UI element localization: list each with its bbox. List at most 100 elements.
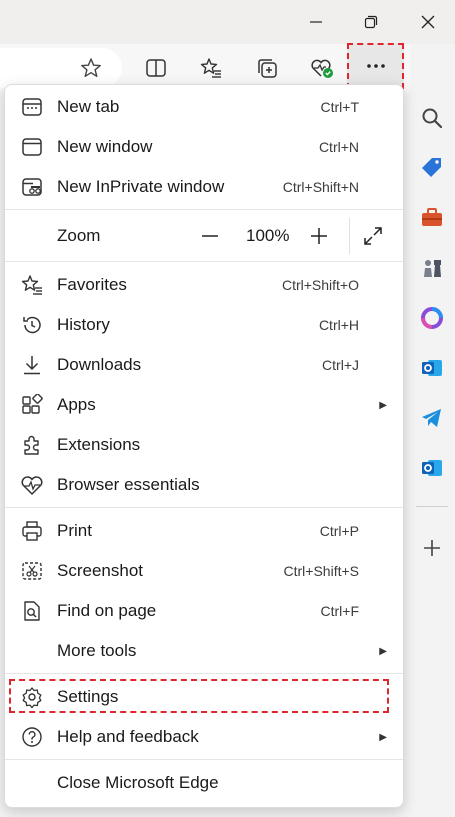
menu-more-tools[interactable]: More tools ▶ [5,631,403,671]
zoom-divider [349,218,350,254]
sidebar-add[interactable] [416,532,448,564]
split-screen-button[interactable] [138,50,174,86]
menu-label: New InPrivate window [57,177,225,196]
settings-and-more-menu: New tab Ctrl+T New window Ctrl+N New InP… [4,84,404,808]
outlook-icon [420,356,444,380]
zoom-in-button[interactable] [310,210,334,262]
menu-label: Screenshot [57,561,143,580]
collections-icon [256,57,278,79]
telegram-icon [420,407,444,429]
plus-icon [311,228,327,244]
sidebar-microsoft365[interactable] [416,302,448,334]
minimize-icon [309,15,323,29]
menu-label: Apps [57,395,96,414]
favorite-star-button[interactable] [73,50,109,86]
settings-and-more-button[interactable] [347,43,404,89]
sidebar-divider [416,506,448,507]
sidebar-search[interactable] [416,102,448,134]
menu-label: Find on page [57,601,157,620]
full-screen-button[interactable] [363,210,387,262]
collections-button[interactable] [249,50,285,86]
menu-settings[interactable]: Settings [5,677,403,717]
sidebar-telegram[interactable] [416,402,448,434]
menu-browser-essentials[interactable]: Browser essentials [5,465,403,505]
submenu-arrow-icon: ▶ [379,399,387,411]
sidebar-outlook-2[interactable] [416,452,448,484]
submenu-arrow-icon: ▶ [379,731,387,743]
title-bar [0,0,455,44]
add-icon [423,539,441,557]
menu-favorites[interactable]: Favorites Ctrl+Shift+O [5,265,403,305]
screenshot-icon [19,558,45,584]
sidebar-shopping[interactable] [416,152,448,184]
favorites-button[interactable] [193,50,229,86]
close-window-button[interactable] [404,0,452,44]
outlook-icon [420,456,444,480]
favorites-icon [200,57,222,79]
zoom-label: Zoom [57,225,101,245]
zoom-value: 100% [246,225,290,245]
menu-label: More tools [57,641,137,660]
menu-label: History [57,315,110,334]
menu-extensions[interactable]: Extensions [5,425,403,465]
menu-divider [5,759,403,760]
new-tab-icon [19,94,45,120]
menu-label: Help and feedback [57,727,199,746]
menu-divider [5,673,403,674]
favorites-icon [19,272,45,298]
sidebar-tools[interactable] [416,202,448,234]
menu-history[interactable]: History Ctrl+H [5,305,403,345]
menu-find-on-page[interactable]: Find on page Ctrl+F [5,591,403,631]
help-icon [19,724,45,750]
browser-essentials-button[interactable] [304,50,340,86]
menu-apps[interactable]: Apps ▶ [5,385,403,425]
menu-shortcut: Ctrl+T [320,99,360,115]
menu-print[interactable]: Print Ctrl+P [5,511,403,551]
menu-label: Close Microsoft Edge [57,773,219,792]
menu-close-microsoft-edge[interactable]: Close Microsoft Edge [5,763,403,803]
gear-icon [19,684,45,710]
menu-screenshot[interactable]: Screenshot Ctrl+Shift+S [5,551,403,591]
games-icon [420,256,444,280]
browser-essentials-icon [310,57,334,79]
menu-label: New tab [57,97,120,116]
submenu-arrow-icon: ▶ [379,645,387,657]
new-window-icon [19,134,45,160]
download-icon [19,352,45,378]
apps-icon [19,392,45,418]
menu-label: Downloads [57,355,142,374]
sidebar [410,44,455,817]
browser-essentials-icon [19,472,45,498]
find-on-page-icon [19,598,45,624]
menu-shortcut: Ctrl+F [320,603,360,619]
favorite-star-icon [80,57,102,79]
more-icon [366,63,386,69]
tools-icon [420,207,444,229]
menu-help-and-feedback[interactable]: Help and feedback ▶ [5,717,403,757]
restore-icon [364,15,378,29]
menu-new-inprivate-window[interactable]: New InPrivate window Ctrl+Shift+N [5,167,403,207]
menu-label: Print [57,521,92,540]
menu-label: New window [57,137,153,156]
restore-button[interactable] [347,0,395,44]
menu-label: Browser essentials [57,475,200,494]
menu-new-tab[interactable]: New tab Ctrl+T [5,87,403,127]
minus-icon [202,235,218,237]
menu-zoom-row: Zoom 100% [5,210,403,261]
menu-shortcut: Ctrl+J [322,357,359,373]
menu-shortcut: Ctrl+Shift+S [283,563,359,579]
menu-label: Settings [57,687,119,706]
minimize-button[interactable] [292,0,340,44]
menu-shortcut: Ctrl+Shift+O [281,277,359,293]
menu-divider [5,261,403,262]
menu-label: Favorites [57,275,127,294]
sidebar-games[interactable] [416,252,448,284]
menu-new-window[interactable]: New window Ctrl+N [5,127,403,167]
menu-downloads[interactable]: Downloads Ctrl+J [5,345,403,385]
menu-shortcut: Ctrl+P [319,523,359,539]
zoom-out-button[interactable] [201,210,225,262]
sidebar-outlook[interactable] [416,352,448,384]
menu-shortcut: Ctrl+Shift+N [282,179,359,195]
search-icon [421,107,443,129]
microsoft365-icon [420,306,444,330]
